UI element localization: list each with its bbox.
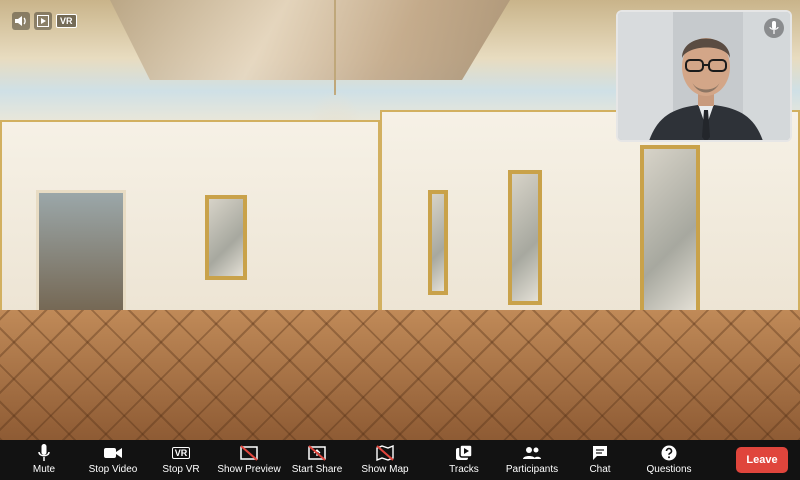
vr-mode-badge[interactable]: VR (56, 14, 77, 28)
chat-button[interactable]: Chat (560, 444, 640, 475)
show-preview-label: Show Preview (217, 464, 281, 475)
mic-icon (38, 444, 50, 461)
wall-mirror (640, 145, 700, 315)
preview-off-icon (240, 445, 258, 461)
ceiling-fresco (110, 0, 510, 80)
volume-button[interactable] (12, 12, 30, 30)
share-off-icon (308, 445, 326, 461)
tracks-label: Tracks (449, 464, 479, 475)
meeting-toolbar: Mute Stop Video VR Stop VR Show Preview … (0, 440, 800, 480)
wall-mirror (508, 170, 542, 305)
tracks-icon (456, 445, 472, 460)
participants-icon (523, 447, 541, 459)
wall-mirror (428, 190, 448, 295)
question-icon (661, 445, 677, 461)
show-map-label: Show Map (361, 464, 409, 475)
map-off-icon (376, 445, 394, 461)
self-video-preview[interactable] (616, 10, 792, 142)
vr-icon: VR (171, 447, 191, 459)
participants-label: Participants (505, 464, 559, 475)
top-controls: VR (12, 12, 77, 30)
speaker-icon (15, 16, 26, 26)
self-view-mic-button[interactable] (764, 18, 784, 38)
chat-icon (593, 446, 607, 460)
stop-video-label: Stop Video (88, 464, 138, 475)
mute-button[interactable]: Mute (4, 444, 84, 475)
mute-label: Mute (32, 464, 56, 475)
wall-mirror (205, 195, 247, 280)
play-button[interactable] (34, 12, 52, 30)
show-map-button[interactable]: Show Map (345, 444, 425, 475)
questions-label: Questions (646, 464, 692, 475)
parquet-floor (0, 310, 800, 440)
start-share-label: Start Share (291, 464, 343, 475)
mic-icon (769, 21, 779, 34)
chandelier-chain (334, 0, 336, 95)
stop-vr-label: Stop VR (162, 464, 200, 475)
video-camera-icon (104, 448, 122, 458)
questions-button[interactable]: Questions (629, 444, 709, 475)
play-icon (37, 15, 49, 27)
leave-button[interactable]: Leave (736, 447, 788, 473)
chat-label: Chat (589, 464, 611, 475)
